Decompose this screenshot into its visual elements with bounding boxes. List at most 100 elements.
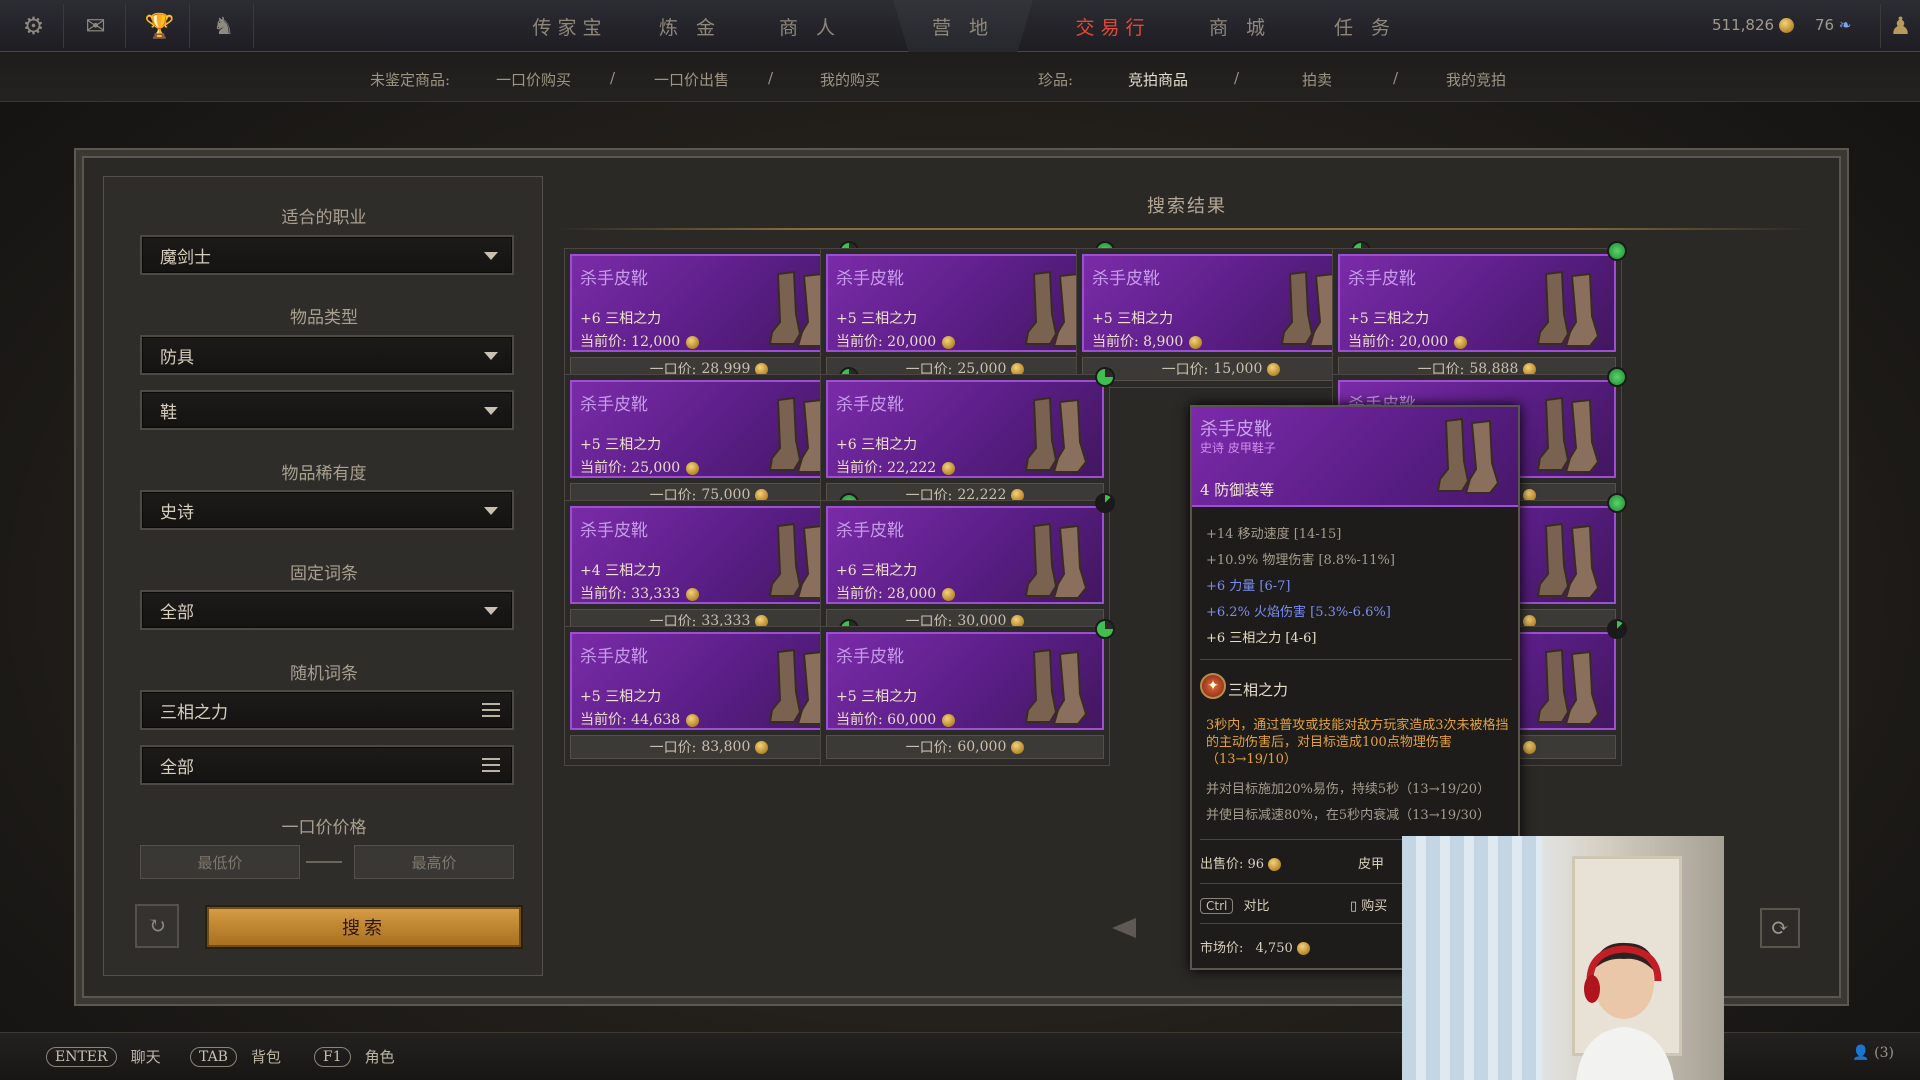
item-card-face: 杀手皮靴 +5 三相之力 当前价: 25,000 [570,380,848,478]
mouse-icon: ▯ [1350,899,1358,914]
tab-trading-post[interactable]: 交易行 [1063,0,1163,52]
gold-coin-icon [1267,362,1281,376]
compare-label[interactable]: 对比 [1244,899,1270,914]
item-name: 杀手皮靴 [580,395,648,415]
tab-alchemy[interactable]: 炼 金 [640,0,740,52]
item-card[interactable]: 杀手皮靴 +6 三相之力 当前价: 22,222 一口价: 22,222 [820,367,1115,514]
item-card[interactable]: 杀手皮靴 +6 三相之力 当前价: 28,000 一口价: 30,000 [820,493,1115,640]
subtab-auction[interactable]: 拍卖 [1302,69,1332,90]
item-card[interactable]: 杀手皮靴 +4 三相之力 当前价: 33,333 一口价: 33,333 [564,493,859,640]
friends-count: (3) [1874,1045,1894,1061]
character-shortcut[interactable]: F1 角色 [314,1046,395,1067]
f1-key: F1 [314,1046,351,1067]
gold-coin-icon [686,587,700,601]
current-price-value: 20,000 [1399,334,1449,350]
tooltip-affix: +10.9% 物理伤害 [8.8%-11%] [1206,553,1395,568]
current-price-label: 当前价: [1092,334,1139,350]
current-price: 当前价: 22,222 [836,457,956,477]
min-price-input[interactable]: 最低价 [140,845,300,879]
current-price-label: 当前价: [1348,334,1395,350]
item-card-face: 杀手皮靴 +5 三相之力 当前价: 20,000 [826,254,1104,352]
friends-button[interactable]: 👤 (3) [1852,1045,1894,1061]
gem-display: 76 ❧ [1815,16,1851,34]
current-price-label: 当前价: [836,460,883,476]
subtab-my-purchases[interactable]: 我的购买 [820,69,880,90]
chat-label: 聊天 [130,1048,161,1066]
rarity-label: 物品稀有度 [281,464,367,484]
tab-camp[interactable]: 营 地 [913,0,1013,52]
item-name: 杀手皮靴 [836,395,904,415]
refresh-results-button[interactable]: ⟳ [1760,908,1800,948]
item-subtype-dropdown[interactable]: 鞋 [140,390,514,430]
random-affix-select-2[interactable]: 全部 [140,745,514,785]
item-affix: +5 三相之力 [580,689,662,705]
class-dropdown[interactable]: 魔剑士 [140,235,514,275]
tooltip-affix: +6 力量 [6-7] [1206,579,1291,594]
chevron-down-icon [484,407,498,415]
subtab-sell-now[interactable]: 一口价出售 [654,69,729,90]
item-card[interactable]: 杀手皮靴 +5 三相之力 当前价: 20,000 一口价: 25,000 [820,241,1115,388]
buyout-price[interactable]: 一口价: 15,000 [1082,357,1360,381]
boots-icon [1536,648,1600,725]
random-affix-select-1[interactable]: 三相之力 [140,690,514,730]
item-card[interactable]: 杀手皮靴 +5 三相之力 当前价: 44,638 一口价: 83,800 [564,619,859,766]
chat-shortcut[interactable]: ENTER 聊天 [46,1046,161,1067]
rarity-dropdown[interactable]: 史诗 [140,490,514,530]
tab-heirloom[interactable]: 传家宝 [520,0,620,52]
current-price: 当前价: 60,000 [836,709,956,729]
prev-page-arrow[interactable] [1112,918,1136,938]
item-card[interactable]: 杀手皮靴 +5 三相之力 当前价: 25,000 一口价: 75,000 [564,367,859,514]
mount-icon[interactable]: ♞ [194,4,254,48]
tab-shop[interactable]: 商 城 [1190,0,1290,52]
buyout-price[interactable]: 一口价: 60,000 [826,735,1104,759]
current-price-label: 当前价: [580,460,627,476]
refresh-icon: ⟳ [1770,915,1790,941]
chevron-down-icon [484,252,498,260]
search-button[interactable]: 搜索 [207,907,521,947]
divider [1200,659,1512,660]
reset-button[interactable]: ↻ [135,904,179,948]
item-name: 杀手皮靴 [836,521,904,541]
ctrl-key: Ctrl [1200,898,1234,914]
item-card[interactable]: 杀手皮靴 +6 三相之力 当前价: 12,000 一口价: 28,999 [564,241,859,388]
rarity-value: 史诗 [160,502,194,523]
separator: / [1234,69,1240,87]
max-price-input[interactable]: 最高价 [354,845,514,879]
buyout-price[interactable]: 一口价: 83,800 [570,735,848,759]
current-price: 当前价: 8,900 [1092,331,1203,351]
subtab-auction-items[interactable]: 竞拍商品 [1128,69,1188,90]
settings-wheel-icon[interactable]: ⚙ [4,4,64,48]
item-card[interactable]: 杀手皮靴 +5 三相之力 当前价: 8,900 一口价: 15,000 [1076,241,1371,388]
subtab-my-bids[interactable]: 我的竞拍 [1446,69,1506,90]
current-price-value: 33,333 [631,586,681,602]
mail-icon[interactable]: ✉ [66,4,126,48]
item-type-dropdown[interactable]: 防具 [140,335,514,375]
item-card[interactable]: 杀手皮靴 +5 三相之力 当前价: 20,000 一口价: 58,888 [1332,241,1627,388]
price-range-dash [306,861,342,863]
tooltip-power-line: 并对目标施加20%易伤，持续5秒（13→19/20） [1206,782,1491,797]
item-card-face: 杀手皮靴 +4 三相之力 当前价: 33,333 [570,506,848,604]
subtab-buy-now[interactable]: 一口价购买 [496,69,571,90]
tooltip-item-subtitle: 史诗 皮甲鞋子 [1200,441,1276,455]
character-portrait-icon[interactable]: ♟ [1880,4,1920,48]
item-name: 杀手皮靴 [580,647,648,667]
power-flame-icon: ✦ [1200,673,1226,699]
item-card[interactable]: 杀手皮靴 +5 三相之力 当前价: 60,000 一口价: 60,000 [820,619,1115,766]
fixed-affix-value: 全部 [160,602,194,623]
trophy-icon[interactable]: 🏆 [130,4,190,48]
boots-icon [1536,522,1600,599]
item-subtype-value: 鞋 [160,402,177,423]
current-price-label: 当前价: [580,586,627,602]
buy-action[interactable]: ▯ 购买 [1350,895,1387,914]
price-label: 一口价价格 [281,818,367,838]
bag-shortcut[interactable]: TAB 背包 [190,1046,281,1067]
class-value: 魔剑士 [160,247,211,268]
tab-merchant[interactable]: 商 人 [760,0,860,52]
tab-quests[interactable]: 任 务 [1315,0,1415,52]
character-label: 角色 [364,1048,395,1066]
gold-coin-icon [942,335,956,349]
fixed-affix-dropdown[interactable]: 全部 [140,590,514,630]
gold-coin-icon [1778,18,1794,33]
item-card-face: 杀手皮靴 +5 三相之力 当前价: 20,000 [1338,254,1616,352]
current-price: 当前价: 20,000 [1348,331,1468,351]
